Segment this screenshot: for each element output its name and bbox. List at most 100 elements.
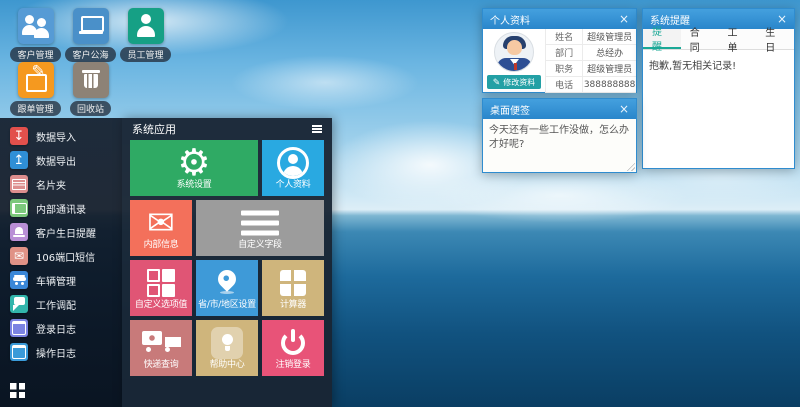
desktop-shortcut-label: 客户公海 [65,47,115,62]
sidebar-item[interactable]: 车辆管理 [0,268,122,292]
note-panel-title: 桌面便签 [490,102,530,117]
app-tile-label: 自定义选项值 [130,297,192,310]
app-tile[interactable]: 计算器 [262,260,324,316]
sidebar-item[interactable]: 数据导出 [0,148,122,172]
sidebar: 数据导入 数据导出 名片夹 内部通讯录 [0,118,122,407]
app-tile[interactable]: 个人资料 [262,140,324,196]
reminder-tabs: 提醒 合同 工单 生日 [643,29,794,50]
app-tile[interactable]: 自定义字段 [196,200,324,256]
sidebar-item-label: 登录日志 [36,321,76,336]
profile-field-value: 总经办 [583,45,636,61]
app-tile[interactable]: 自定义选项值 [130,260,192,316]
desktop-shortcut-icon [18,62,54,98]
desktop-shortcuts: 客户管理 客户公海 员工管理 跟单管理 回收站 [8,8,173,116]
edit-profile-button[interactable]: ✎ 修改资料 [487,75,541,89]
sidebar-item-label: 内部通讯录 [36,201,86,216]
app-tile-label: 注销登录 [262,357,324,370]
profile-field-label: 职务 [545,61,583,77]
profile-panel: 个人资料 × ✎ 修改资料 姓名 超级管理员 [482,8,637,93]
reminder-tab[interactable]: 工单 [719,29,757,49]
app-tile-icon [211,327,243,359]
app-tile-label: 计算器 [262,297,324,310]
app-tile-label: 系统设置 [130,177,258,190]
desktop-shortcut[interactable]: 客户管理 [8,8,63,62]
desktop-shortcut-label: 客户管理 [10,47,60,62]
desktop: 客户管理 客户公海 员工管理 跟单管理 回收站 [0,0,800,407]
app-tile[interactable]: 系统设置 [130,140,258,196]
tile-grid: 系统设置 个人资料 内部信息 自定义字段 [122,140,332,376]
app-tile-icon [176,145,212,181]
app-tile-icon [147,269,175,297]
desktop-shortcut[interactable]: 跟单管理 [8,62,63,116]
desktop-shortcut-label: 跟单管理 [10,101,60,116]
avatar-face [507,40,522,55]
sidebar-item[interactable]: 登录日志 [0,316,122,340]
sidebar-item-icon [10,319,28,337]
note-content[interactable]: 今天还有一些工作没做，怎么办才好呢? [483,119,636,172]
app-launcher-panel: 系统应用 系统设置 个人资料 内部信息 [122,118,332,407]
sidebar-item-label: 客户生日提醒 [36,225,96,240]
note-text: 今天还有一些工作没做，怎么办才好呢? [489,125,629,150]
profile-field-value: 超级管理员 [583,61,636,77]
app-tile[interactable]: 快递查询 [130,320,192,376]
edit-pencil-icon: ✎ [493,78,501,87]
windows-start-button[interactable] [10,383,26,399]
desktop-shortcut-icon [18,8,54,44]
sidebar-item-icon [10,271,28,289]
sidebar-item[interactable]: 工作调配 [0,292,122,316]
sidebar-item[interactable]: 数据导入 [0,124,122,148]
desktop-shortcut-icon [73,62,109,98]
app-tile[interactable]: 注销登录 [262,320,324,376]
app-tile[interactable]: 帮助中心 [196,320,258,376]
reminder-empty-text: 抱歉,暂无相关记录! [643,50,794,79]
sidebar-item-label: 操作日志 [36,345,76,360]
sidebar-item-icon [10,247,28,265]
desktop-shortcut-icon [128,8,164,44]
edit-profile-label: 修改资料 [503,77,535,88]
desktop-shortcut[interactable]: 回收站 [63,62,118,116]
sidebar-item[interactable]: 名片夹 [0,172,122,196]
profile-panel-title: 个人资料 [490,12,530,27]
desktop-shortcut[interactable]: 客户公海 [63,8,118,62]
reminder-tab[interactable]: 生日 [756,29,794,49]
app-tile-icon [142,330,180,356]
reminder-tab[interactable]: 合同 [681,29,719,49]
profile-field-label: 电话 [545,77,583,93]
panel-menu-icon[interactable] [312,125,322,133]
sidebar-item[interactable]: 内部通讯录 [0,196,122,220]
desktop-shortcut[interactable]: 员工管理 [118,8,173,62]
desktop-shortcut-label: 员工管理 [120,47,170,62]
avatar [494,32,534,72]
sidebar-item[interactable]: 客户生日提醒 [0,220,122,244]
app-tile-icon [144,210,178,236]
sidebar-item-label: 工作调配 [36,297,76,312]
sidebar-item[interactable]: 106端口短信 [0,244,122,268]
cloud [430,168,690,223]
app-tile-icon [277,147,309,179]
app-tile[interactable]: 内部信息 [130,200,192,256]
close-icon[interactable]: × [619,103,629,115]
sidebar-item-label: 车辆管理 [36,273,76,288]
sidebar-item-label: 数据导出 [36,153,76,168]
sidebar-item-icon [10,199,28,217]
note-panel-header[interactable]: 桌面便签 × [483,99,636,119]
app-tile[interactable]: 省/市/地区设置 [196,260,258,316]
profile-left-column: ✎ 修改资料 [483,29,545,93]
avatar-tie [514,63,517,70]
profile-field-value: 13888888888 [583,77,636,93]
close-icon[interactable]: × [619,13,629,25]
app-tile-label: 个人资料 [262,177,324,190]
sidebar-item[interactable]: 操作日志 [0,340,122,364]
reminder-tab[interactable]: 提醒 [643,29,681,49]
resize-handle[interactable] [626,162,635,171]
sidebar-item-icon [10,295,28,313]
app-panel-title: 系统应用 [132,121,176,137]
profile-field-label: 部门 [545,45,583,61]
app-panel-header: 系统应用 [122,118,332,140]
profile-field-value: 超级管理员 [583,29,636,45]
app-tile-label: 内部信息 [130,237,192,250]
app-tile-label: 帮助中心 [196,357,258,370]
app-tile-icon [281,331,305,355]
sidebar-item-icon [10,151,28,169]
profile-panel-header[interactable]: 个人资料 × [483,9,636,29]
